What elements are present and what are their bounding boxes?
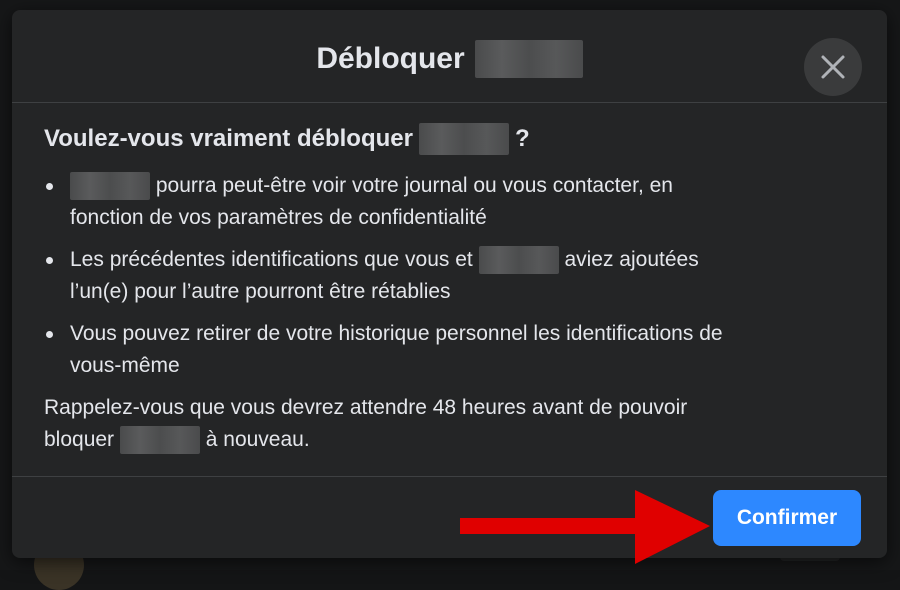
question-mark: ? <box>514 125 530 152</box>
close-button[interactable] <box>804 38 862 96</box>
redacted-name <box>478 246 559 275</box>
bullet-1-line2: fonction de vos paramètres de confidenti… <box>70 206 487 229</box>
close-icon <box>821 55 845 79</box>
redacted-name <box>474 40 583 78</box>
redacted-name <box>119 426 200 455</box>
bullet-dot <box>46 183 53 190</box>
bullet-1-text: pourra peut-être voir votre journal ou v… <box>155 174 673 197</box>
dialog-header: Débloquer <box>12 10 887 103</box>
redacted-name <box>418 123 509 155</box>
bullet-dot <box>46 331 53 338</box>
unblock-dialog: Débloquer Voulez-vous vraiment débloquer… <box>12 10 887 564</box>
bullet-2-text: Les précédentes identifications que vous… <box>70 248 473 271</box>
red-arrow-icon <box>460 490 710 564</box>
list-item: Vous pouvez retirer de votre historique … <box>44 318 854 382</box>
note-text-after: à nouveau. <box>205 428 310 451</box>
confirm-question: Voulez-vous vraiment débloquer ? <box>44 122 854 156</box>
redacted-name <box>70 172 150 201</box>
list-item: pourra peut-être voir votre journal ou v… <box>44 170 854 234</box>
note-text: bloquer <box>44 428 115 451</box>
consequence-list: pourra peut-être voir votre journal ou v… <box>44 170 854 382</box>
bullet-dot <box>46 257 53 264</box>
footer-divider <box>12 476 887 477</box>
reblock-note: Rappelez-vous que vous devrez attendre 4… <box>44 392 854 456</box>
dialog-body: Voulez-vous vraiment débloquer ? pourra … <box>44 122 854 456</box>
list-item: Les précédentes identifications que vous… <box>44 244 854 308</box>
confirm-button[interactable]: Confirmer <box>713 490 861 546</box>
dialog-title-text: Débloquer <box>316 42 465 75</box>
bullet-3-text: Vous pouvez retirer de votre historique … <box>70 322 723 345</box>
question-text: Voulez-vous vraiment débloquer <box>44 125 413 152</box>
note-line1: Rappelez-vous que vous devrez attendre 4… <box>44 396 688 419</box>
bullet-2-line2: l’un(e) pour l’autre pourront être rétab… <box>70 280 451 303</box>
dialog-title: Débloquer <box>12 40 887 78</box>
bullet-2-text-after: aviez ajoutées <box>564 248 699 271</box>
bullet-3-line2: vous-même <box>70 354 180 377</box>
